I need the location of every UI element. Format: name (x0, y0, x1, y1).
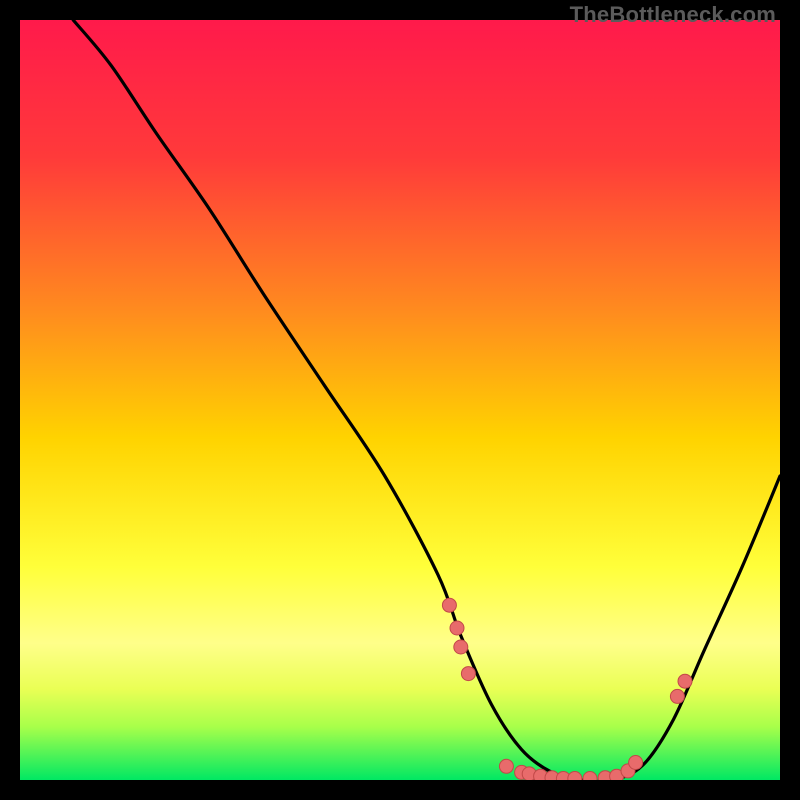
data-point-marker (442, 598, 456, 612)
data-point-marker (450, 621, 464, 635)
gradient-background (20, 20, 780, 780)
data-point-marker (678, 674, 692, 688)
data-point-marker (461, 667, 475, 681)
watermark-text: TheBottleneck.com (570, 2, 776, 28)
bottleneck-chart (20, 20, 780, 780)
data-point-marker (499, 759, 513, 773)
chart-frame (20, 20, 780, 780)
data-point-marker (629, 756, 643, 770)
data-point-marker (454, 640, 468, 654)
data-point-marker (670, 689, 684, 703)
